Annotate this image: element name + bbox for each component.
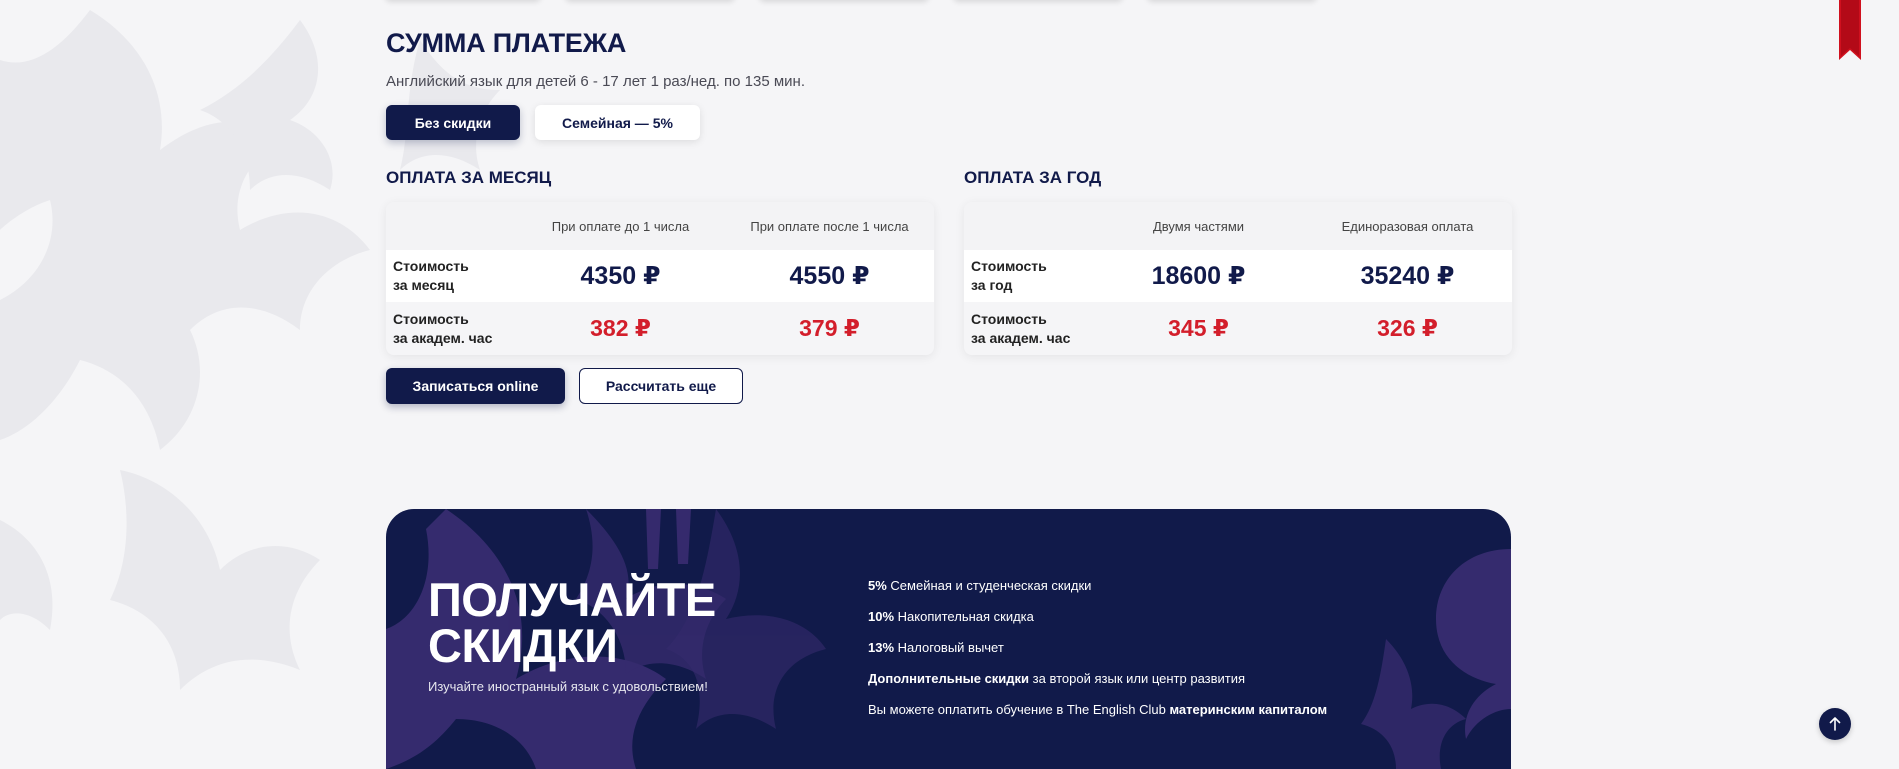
column-header: Двумя частями bbox=[1152, 218, 1245, 234]
tab-no-discount[interactable]: Без скидки bbox=[386, 105, 520, 140]
banner-title: ПОЛУЧАЙТЕ СКИДКИ bbox=[428, 573, 728, 672]
price-value: 18600 ₽ bbox=[1151, 262, 1246, 290]
price-value: 4350 ₽ bbox=[580, 262, 661, 290]
table-header-row: Двумя частями Единоразовая оплата bbox=[964, 202, 1512, 250]
row-label-line: Стоимость bbox=[971, 258, 1047, 274]
banner-title-line: ПОЛУЧАЙТЕ bbox=[428, 573, 716, 626]
column-header: При оплате после 1 числа bbox=[750, 218, 909, 234]
discount-text: Налоговый вычет bbox=[894, 640, 1004, 655]
discount-text: Семейная и студенческая скидки bbox=[886, 578, 1092, 593]
row-label: Стоимость за год bbox=[964, 257, 1094, 295]
row-label: Стоимость за академ. час bbox=[386, 310, 516, 348]
discount-banner: ПОЛУЧАЙТЕ СКИДКИ Изучайте иностранный яз… bbox=[386, 509, 1511, 769]
row-label: Стоимость за академ. час bbox=[964, 310, 1094, 348]
row-label: Стоимость за месяц bbox=[386, 257, 516, 295]
hourly-price-value: 345 ₽ bbox=[1168, 315, 1229, 341]
discount-value: 5% bbox=[868, 578, 887, 593]
row-label-line: за академ. час bbox=[971, 329, 1071, 346]
price-value: 4550 ₽ bbox=[789, 262, 870, 290]
column-header: При оплате до 1 числа bbox=[551, 218, 690, 234]
table-row: Стоимость за академ. час 382 ₽ 379 ₽ bbox=[386, 302, 934, 355]
discount-value: Дополнительные скидки bbox=[868, 671, 1030, 686]
yearly-payment-title: ОПЛАТА ЗА ГОД bbox=[964, 168, 1102, 187]
payment-actions: Записаться online Рассчитать еще bbox=[386, 368, 743, 404]
discount-value: 10% bbox=[868, 609, 895, 624]
recalculate-button[interactable]: Рассчитать еще bbox=[579, 368, 743, 404]
list-item: 5% Семейная и студенческая скидки bbox=[868, 578, 1327, 609]
tab-family-discount[interactable]: Семейная — 5% bbox=[535, 105, 700, 140]
row-label-line: Стоимость bbox=[393, 258, 469, 274]
table-row: Стоимость за академ. час 345 ₽ 326 ₽ bbox=[964, 302, 1512, 355]
yearly-price-table: Двумя частями Единоразовая оплата Стоимо… bbox=[964, 202, 1512, 355]
row-label-line: за месяц bbox=[393, 277, 454, 293]
monthly-payment-block: ОПЛАТА ЗА МЕСЯЦ При оплате до 1 числа Пр… bbox=[386, 168, 934, 355]
monthly-payment-title: ОПЛАТА ЗА МЕСЯЦ bbox=[386, 168, 552, 187]
hourly-price-value: 379 ₽ bbox=[799, 315, 860, 341]
payment-title: СУММА ПЛАТЕЖА bbox=[386, 28, 627, 58]
table-row: Стоимость за год 18600 ₽ 35240 ₽ bbox=[964, 250, 1512, 302]
bookmark-ribbon-icon[interactable] bbox=[1839, 0, 1861, 60]
discount-value: 13% bbox=[868, 640, 895, 655]
discount-value: материнским капиталом bbox=[1169, 702, 1328, 717]
monthly-price-table: При оплате до 1 числа При оплате после 1… bbox=[386, 202, 934, 355]
hourly-price-value: 326 ₽ bbox=[1377, 315, 1438, 341]
enroll-online-button[interactable]: Записаться online bbox=[386, 368, 565, 404]
row-label-line: за год bbox=[971, 277, 1013, 293]
list-item: 10% Накопительная скидка bbox=[868, 609, 1327, 640]
discount-list: 5% Семейная и студенческая скидки 10% На… bbox=[868, 578, 1327, 733]
hourly-price-value: 382 ₽ bbox=[590, 315, 651, 341]
yearly-payment-block: ОПЛАТА ЗА ГОД Двумя частями Единоразовая… bbox=[964, 168, 1512, 355]
list-item: 13% Налоговый вычет bbox=[868, 640, 1327, 671]
row-label-line: за академ. час bbox=[393, 329, 493, 346]
discount-text: Накопительная скидка bbox=[894, 609, 1034, 624]
arrow-up-icon bbox=[1829, 717, 1841, 731]
discount-text: за второй язык или центр развития bbox=[1029, 671, 1246, 686]
banner-subtitle: Изучайте иностранный язык с удовольствие… bbox=[428, 679, 708, 694]
column-header: Единоразовая оплата bbox=[1341, 218, 1474, 234]
banner-title-line: СКИДКИ bbox=[428, 619, 618, 672]
table-row: Стоимость за месяц 4350 ₽ 4550 ₽ bbox=[386, 250, 934, 302]
list-item: Вы можете оплатить обучение в The Englis… bbox=[868, 702, 1327, 733]
course-description: Английский язык для детей 6 - 17 лет 1 р… bbox=[386, 73, 806, 90]
row-label-line: Стоимость bbox=[393, 310, 469, 327]
discount-tabs: Без скидки Семейная — 5% bbox=[386, 105, 700, 140]
price-value: 35240 ₽ bbox=[1360, 262, 1455, 290]
table-header-row: При оплате до 1 числа При оплате после 1… bbox=[386, 202, 934, 250]
list-item: Дополнительные скидки за второй язык или… bbox=[868, 671, 1327, 702]
scroll-to-top-button[interactable] bbox=[1819, 708, 1851, 740]
discount-text: Вы можете оплатить обучение в The Englis… bbox=[868, 702, 1170, 717]
row-label-line: Стоимость bbox=[971, 310, 1047, 327]
